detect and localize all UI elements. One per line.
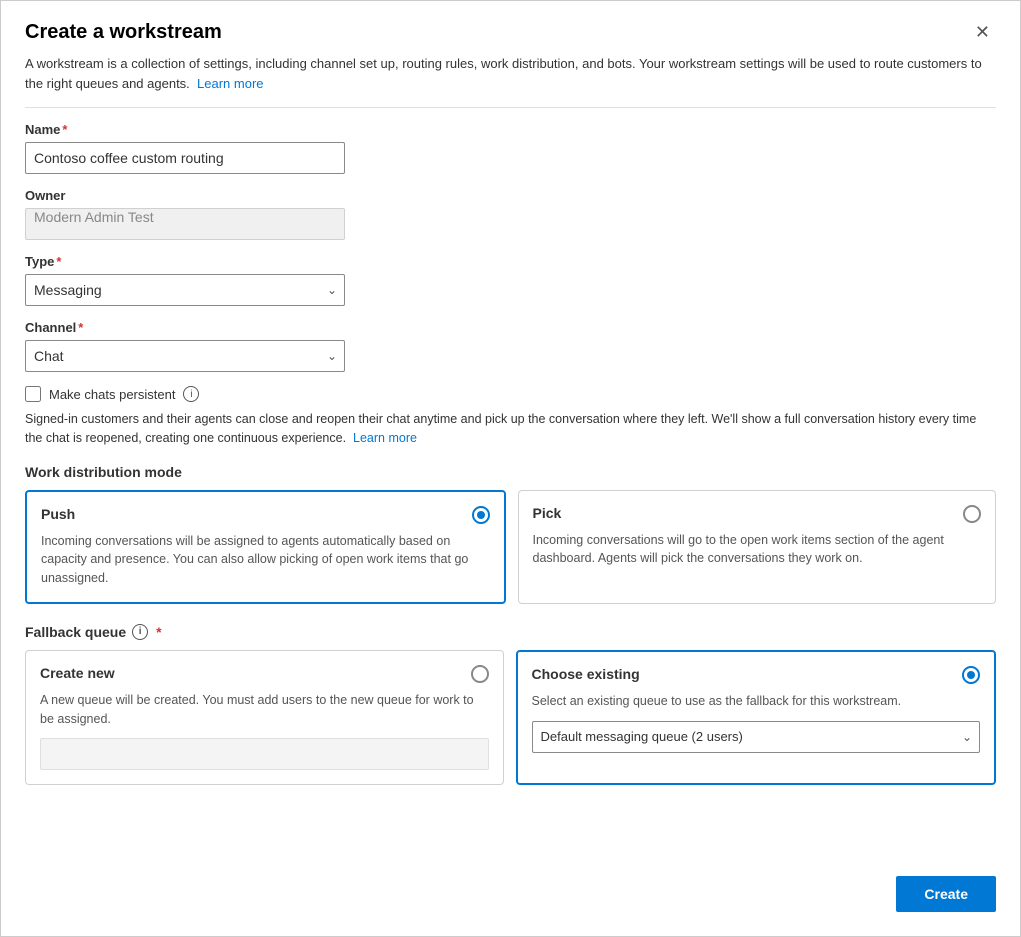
dialog-title: Create a workstream [25, 21, 222, 44]
channel-select-wrapper: Chat Voice Email ⌄ [25, 340, 345, 372]
type-select[interactable]: Messaging Voice Chat [25, 274, 345, 306]
dialog-description: A workstream is a collection of settings… [25, 54, 996, 108]
create-new-title: Create new [40, 665, 115, 681]
dialog-header: Create a workstream ✕ [25, 21, 996, 44]
queue-select[interactable]: Default messaging queue (2 users) Queue … [532, 721, 981, 753]
pick-card-header: Pick [533, 505, 982, 523]
create-new-card-header: Create new [40, 665, 489, 683]
fallback-queue-section-label: Fallback queue i * [25, 624, 996, 640]
choose-existing-title: Choose existing [532, 666, 640, 682]
type-required-star: * [56, 254, 61, 269]
create-new-card[interactable]: Create new A new queue will be created. … [25, 650, 504, 786]
type-label: Type* [25, 254, 996, 269]
checkbox-learn-more-link[interactable]: Learn more [353, 431, 417, 445]
type-select-wrapper: Messaging Voice Chat ⌄ [25, 274, 345, 306]
owner-field-group: Owner Modern Admin Test [25, 188, 996, 240]
owner-display: Modern Admin Test [25, 208, 345, 240]
channel-label: Channel* [25, 320, 996, 335]
dialog-footer: Create [25, 856, 996, 912]
make-chats-persistent-row: Make chats persistent i [25, 386, 996, 402]
channel-select[interactable]: Chat Voice Email [25, 340, 345, 372]
push-card-title: Push [41, 506, 75, 522]
work-distribution-cards: Push Incoming conversations will be assi… [25, 490, 996, 604]
fallback-queue-info-icon[interactable]: i [132, 624, 148, 640]
fallback-queue-cards: Create new A new queue will be created. … [25, 650, 996, 786]
name-input[interactable] [25, 142, 345, 174]
name-field-group: Name* [25, 122, 996, 174]
type-field-group: Type* Messaging Voice Chat ⌄ [25, 254, 996, 306]
fallback-queue-required-star: * [156, 624, 161, 640]
make-chats-persistent-desc: Signed-in customers and their agents can… [25, 410, 996, 448]
push-radio-icon[interactable] [472, 506, 490, 524]
choose-existing-card[interactable]: Choose existing Select an existing queue… [516, 650, 997, 786]
owner-label: Owner [25, 188, 996, 203]
make-chats-persistent-checkbox[interactable] [25, 386, 41, 402]
pick-card[interactable]: Pick Incoming conversations will go to t… [518, 490, 997, 604]
pick-card-title: Pick [533, 505, 562, 521]
queue-select-wrapper: Default messaging queue (2 users) Queue … [532, 721, 981, 753]
make-chats-persistent-info-icon[interactable]: i [183, 386, 199, 402]
push-card-header: Push [41, 506, 490, 524]
push-card-desc: Incoming conversations will be assigned … [41, 532, 490, 588]
create-new-desc: A new queue will be created. You must ad… [40, 691, 489, 729]
work-distribution-title: Work distribution mode [25, 464, 996, 480]
choose-existing-desc: Select an existing queue to use as the f… [532, 692, 981, 711]
create-new-disabled-input [40, 738, 489, 770]
choose-existing-card-header: Choose existing [532, 666, 981, 684]
pick-radio-icon[interactable] [963, 505, 981, 523]
pick-card-desc: Incoming conversations will go to the op… [533, 531, 982, 569]
create-button[interactable]: Create [896, 876, 996, 912]
push-card[interactable]: Push Incoming conversations will be assi… [25, 490, 506, 604]
create-workstream-dialog: Create a workstream ✕ A workstream is a … [0, 0, 1021, 937]
name-required-star: * [62, 122, 67, 137]
create-new-radio-icon[interactable] [471, 665, 489, 683]
choose-existing-radio-icon[interactable] [962, 666, 980, 684]
make-chats-persistent-label[interactable]: Make chats persistent [49, 387, 175, 402]
channel-field-group: Channel* Chat Voice Email ⌄ [25, 320, 996, 372]
description-learn-more-link[interactable]: Learn more [197, 76, 263, 91]
channel-required-star: * [78, 320, 83, 335]
close-button[interactable]: ✕ [969, 21, 996, 43]
name-label: Name* [25, 122, 996, 137]
